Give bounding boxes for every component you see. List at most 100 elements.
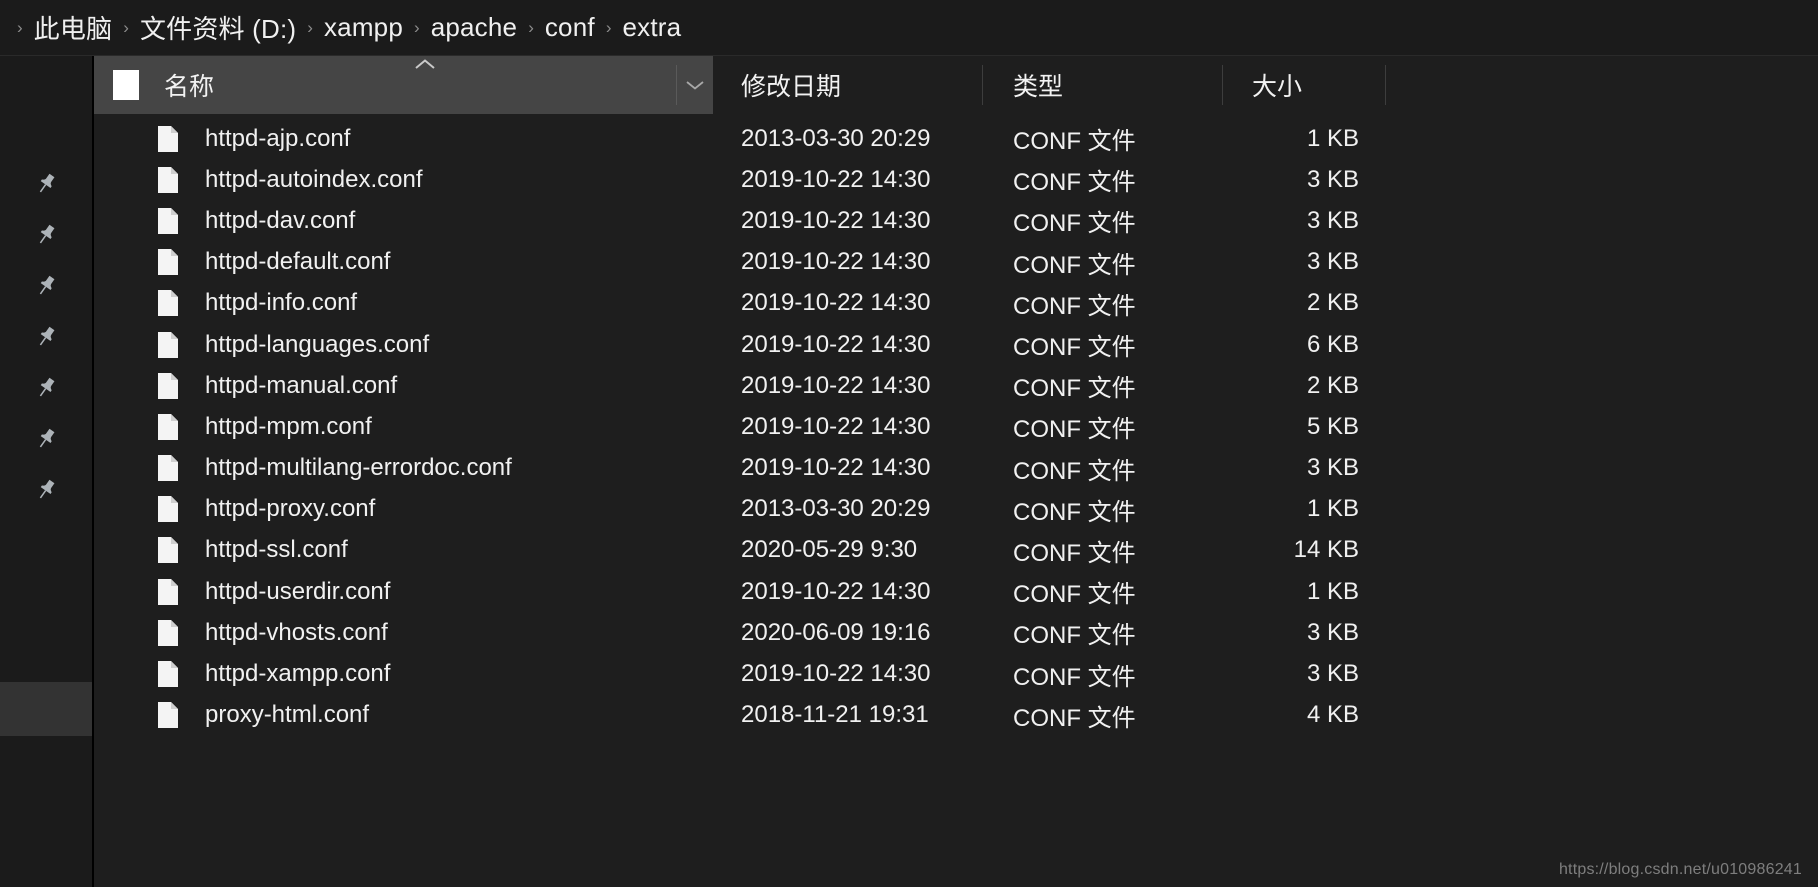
file-size-cell: 3 KB bbox=[1223, 660, 1386, 688]
breadcrumb-item-xampp[interactable]: xampp bbox=[324, 12, 403, 43]
file-name-cell[interactable]: httpd-multilang-errordoc.conf bbox=[94, 454, 713, 482]
file-type-label: CONF 文件 bbox=[1013, 704, 1136, 732]
column-header-row: 名称 修改日期 类型 大小 bbox=[94, 56, 1818, 114]
file-name-cell[interactable]: httpd-userdir.conf bbox=[94, 578, 713, 606]
watermark-text: https://blog.csdn.net/u010986241 bbox=[1558, 861, 1802, 878]
pushpin-icon bbox=[39, 173, 55, 193]
column-header-date-modified[interactable]: 修改日期 bbox=[713, 56, 983, 114]
chevron-down-icon bbox=[686, 81, 704, 90]
file-size-cell: 2 KB bbox=[1223, 289, 1386, 317]
breadcrumb-item-this-pc[interactable]: 此电脑 bbox=[34, 9, 113, 46]
table-row[interactable]: httpd-dav.conf 2019-10-22 14:30 CONF 文件 3 K… bbox=[94, 200, 1818, 241]
file-icon bbox=[158, 413, 178, 440]
breadcrumb-item-drive-d[interactable]: 文件资料 (D:) bbox=[140, 9, 296, 46]
file-type-label: CONF 文件 bbox=[1013, 416, 1136, 444]
table-row[interactable]: httpd-manual.conf 2019-10-22 14:30 CONF 文件… bbox=[94, 365, 1818, 406]
file-type-label: CONF 文件 bbox=[1013, 375, 1136, 403]
file-type-label: CONF 文件 bbox=[1013, 210, 1136, 238]
file-icon bbox=[158, 166, 178, 193]
breadcrumb-item-conf[interactable]: conf bbox=[545, 12, 595, 43]
breadcrumb-item-extra[interactable]: extra bbox=[622, 12, 681, 43]
file-date-cell: 2019-10-22 14:30 bbox=[713, 207, 983, 235]
file-name-cell[interactable]: httpd-proxy.conf bbox=[94, 495, 713, 523]
file-name-cell[interactable]: httpd-mpm.conf bbox=[94, 413, 713, 441]
file-icon bbox=[158, 372, 178, 399]
file-name-cell[interactable]: httpd-xampp.conf bbox=[94, 660, 713, 688]
table-row[interactable]: httpd-vhosts.conf 2020-06-09 19:16 CONF 文件… bbox=[94, 612, 1818, 653]
column-header-spacer bbox=[1386, 56, 1818, 114]
file-name-cell[interactable]: httpd-info.conf bbox=[94, 289, 713, 317]
file-type-label: CONF 文件 bbox=[1013, 622, 1136, 650]
column-header-name-label: 名称 bbox=[164, 73, 215, 101]
breadcrumb[interactable]: › 此电脑 › 文件资料 (D:) › xampp › apache › con… bbox=[0, 0, 1818, 56]
file-date-label: 2019-10-22 14:30 bbox=[741, 330, 931, 358]
file-size-label: 6 KB bbox=[1306, 330, 1359, 358]
table-row[interactable]: httpd-xampp.conf 2019-10-22 14:30 CONF 文件 3… bbox=[94, 653, 1818, 694]
table-row[interactable]: httpd-ajp.conf 2013-03-30 20:29 CONF 文件 1 K… bbox=[94, 118, 1818, 159]
file-date-label: 2013-03-30 20:29 bbox=[741, 495, 931, 523]
file-name-cell[interactable]: httpd-ssl.conf bbox=[94, 536, 713, 564]
file-type-cell: CONF 文件 bbox=[983, 574, 1223, 609]
file-type-label: CONF 文件 bbox=[1013, 169, 1136, 197]
file-name-label: httpd-vhosts.conf bbox=[205, 618, 388, 646]
file-date-label: 2019-10-22 14:30 bbox=[741, 577, 931, 605]
file-date-cell: 2019-10-22 14:30 bbox=[713, 166, 983, 194]
file-name-cell[interactable]: httpd-ajp.conf bbox=[94, 125, 713, 153]
file-name-cell[interactable]: httpd-manual.conf bbox=[94, 372, 713, 400]
file-icon bbox=[158, 455, 178, 482]
file-size-cell: 3 KB bbox=[1223, 619, 1386, 647]
table-row[interactable]: httpd-ssl.conf 2020-05-29 9:30 CONF 文件 14 K… bbox=[94, 530, 1818, 571]
file-type-label: CONF 文件 bbox=[1013, 334, 1136, 362]
pinned-item-2[interactable] bbox=[0, 210, 92, 260]
table-row[interactable]: httpd-proxy.conf 2013-03-30 20:29 CONF 文件 1… bbox=[94, 489, 1818, 530]
file-name-cell[interactable]: httpd-languages.conf bbox=[94, 331, 713, 359]
column-header-name[interactable]: 名称 bbox=[94, 56, 677, 114]
file-date-label: 2013-03-30 20:29 bbox=[741, 124, 931, 152]
file-size-cell: 4 KB bbox=[1223, 701, 1386, 729]
pinned-item-6[interactable] bbox=[0, 414, 92, 464]
pinned-item-7[interactable] bbox=[0, 465, 92, 515]
table-row[interactable]: httpd-autoindex.conf 2019-10-22 14:30 CONF… bbox=[94, 159, 1818, 200]
file-size-cell: 1 KB bbox=[1223, 125, 1386, 153]
pinned-item-3[interactable] bbox=[0, 261, 92, 311]
breadcrumb-item-apache[interactable]: apache bbox=[431, 12, 518, 43]
table-row[interactable]: httpd-multilang-errordoc.conf 2019-10-22 … bbox=[94, 448, 1818, 489]
file-name-label: httpd-dav.conf bbox=[205, 206, 356, 234]
file-type-label: CONF 文件 bbox=[1013, 539, 1136, 567]
file-icon bbox=[158, 331, 178, 358]
pinned-item-4[interactable] bbox=[0, 312, 92, 362]
file-name-label: httpd-proxy.conf bbox=[205, 495, 376, 523]
file-name-cell[interactable]: httpd-dav.conf bbox=[94, 207, 713, 235]
file-name-cell[interactable]: httpd-vhosts.conf bbox=[94, 619, 713, 647]
table-row[interactable]: httpd-languages.conf 2019-10-22 14:30 CONF… bbox=[94, 324, 1818, 365]
file-name-cell[interactable]: proxy-html.conf bbox=[94, 701, 713, 729]
column-header-size[interactable]: 大小 bbox=[1223, 56, 1386, 114]
table-row[interactable]: httpd-mpm.conf 2019-10-22 14:30 CONF 文件 5 K… bbox=[94, 406, 1818, 447]
chevron-up-icon bbox=[415, 59, 435, 69]
file-size-cell: 5 KB bbox=[1223, 413, 1386, 441]
file-size-cell: 6 KB bbox=[1223, 331, 1386, 359]
table-row[interactable]: proxy-html.conf 2018-11-21 19:31 CONF 文件 4 … bbox=[94, 695, 1818, 736]
file-name-label: httpd-info.conf bbox=[205, 289, 358, 317]
file-name-label: httpd-autoindex.conf bbox=[205, 165, 423, 193]
file-date-cell: 2013-03-30 20:29 bbox=[713, 495, 983, 523]
column-header-name-dropdown[interactable] bbox=[677, 56, 713, 114]
file-size-label: 2 KB bbox=[1306, 289, 1359, 317]
file-type-label: CONF 文件 bbox=[1013, 581, 1136, 609]
pinned-item-5[interactable] bbox=[0, 363, 92, 413]
table-row[interactable]: httpd-userdir.conf 2019-10-22 14:30 CONF 文… bbox=[94, 571, 1818, 612]
table-row[interactable]: httpd-info.conf 2019-10-22 14:30 CONF 文件 2 … bbox=[94, 283, 1818, 324]
table-row[interactable]: httpd-default.conf 2019-10-22 14:30 CONF 文… bbox=[94, 242, 1818, 283]
file-size-cell: 3 KB bbox=[1223, 454, 1386, 482]
file-size-label: 3 KB bbox=[1306, 248, 1359, 276]
pushpin-icon bbox=[39, 428, 55, 448]
select-all-checkbox[interactable] bbox=[113, 70, 139, 100]
file-name-label: httpd-manual.conf bbox=[205, 371, 398, 399]
pinned-item-1[interactable] bbox=[0, 159, 92, 209]
file-name-cell[interactable]: httpd-autoindex.conf bbox=[94, 166, 713, 194]
file-name-cell[interactable]: httpd-default.conf bbox=[94, 248, 713, 276]
file-size-label: 14 KB bbox=[1293, 536, 1359, 564]
file-date-cell: 2020-06-09 19:16 bbox=[713, 619, 983, 647]
column-header-type[interactable]: 类型 bbox=[983, 56, 1223, 114]
file-date-label: 2020-05-29 9:30 bbox=[741, 536, 918, 564]
